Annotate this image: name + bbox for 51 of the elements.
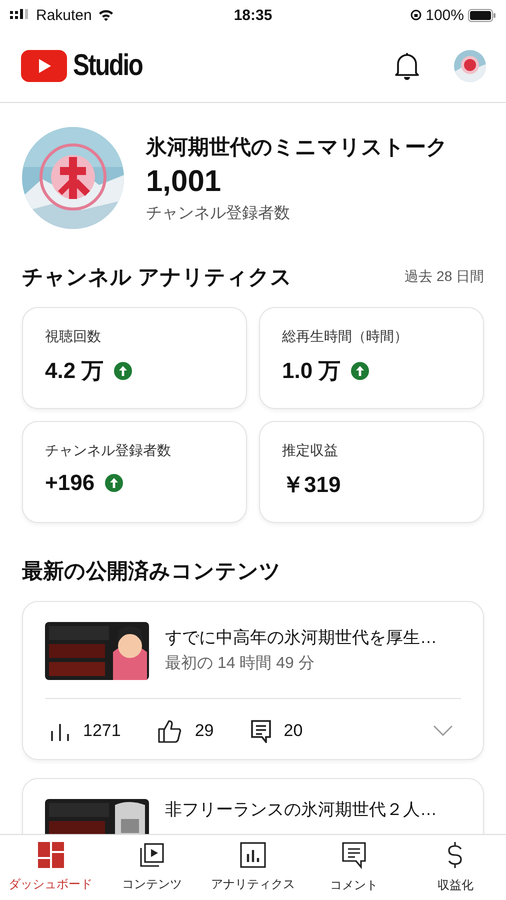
bell-icon [394,51,420,81]
video-title: 非フリーランスの氷河期世代２人… [165,800,437,820]
metric-value: ￥319 [282,471,341,499]
metric-label: 視聴回数 [45,328,102,346]
metric-card[interactable]: 視聴回数 4.2 万 [22,307,247,409]
thumbs-up-icon [156,719,183,743]
nav-tab[interactable]: ダッシュボード [0,835,102,900]
nav-tab[interactable]: コンテンツ [101,835,202,900]
nav-tab[interactable]: アナリティクス [202,835,304,900]
bar-chart-icon [240,842,266,868]
metric-value: 4.2 万 [45,357,104,385]
carrier-name: Rakuten [36,6,92,24]
metric-card[interactable]: チャンネル登録者数 +196 [22,421,247,523]
signal-icon [10,9,30,21]
subscriber-label: チャンネル登録者数 [146,204,291,224]
metric-label: チャンネル登録者数 [45,442,172,460]
stat-count: 20 [284,721,303,741]
video-title: すでに中高年の氷河期世代を厚生… [165,628,437,649]
dashboard-icon [38,842,64,868]
video-age: 最初の 14 時間 49 分 [165,654,316,674]
period-label: 過去 28 日間 [404,268,484,286]
metric-label: 推定収益 [282,442,339,460]
comment-icon [342,842,366,868]
rotation-lock-icon [410,9,422,21]
stat-count: 29 [194,721,214,741]
content-card[interactable]: すでに中高年の氷河期世代を厚生… 最初の 14 時間 49 分 1271 29 20 [22,601,484,760]
wifi-icon [98,9,114,21]
nav-tab[interactable]: コメント [304,835,405,900]
nav-tab[interactable]: 収益化 [404,835,506,900]
metric-card[interactable]: 総再生時間（時間） 1.0 万 [259,307,484,409]
play-logo-icon [21,50,67,82]
section-title: チャンネル アナリティクス [22,265,292,291]
battery-percent: 100% [426,6,464,24]
bar-chart-icon [49,721,71,741]
clock-time: 18:35 [234,6,272,24]
notifications-button[interactable] [394,51,420,81]
battery-icon [468,8,496,22]
expand-chevron-icon[interactable] [433,725,453,737]
metric-label: 総再生時間（時間） [282,328,409,346]
metric-value: 1.0 万 [282,357,341,385]
video-library-icon [138,842,165,868]
metric-value: +196 [45,470,95,496]
section-title: 最新の公開済みコンテンツ [22,558,281,585]
subscriber-count: 1,001 [146,164,222,198]
metric-card[interactable]: 推定収益 ￥319 [259,421,484,523]
comment-icon [250,719,272,743]
dollar-icon [447,841,464,869]
app-title: Studio [73,49,142,83]
stat-count: 1271 [83,721,121,741]
content-card[interactable]: 非フリーランスの氷河期世代２人… [22,778,484,834]
channel-name: 氷河期世代のミニマリストーク [146,134,448,160]
